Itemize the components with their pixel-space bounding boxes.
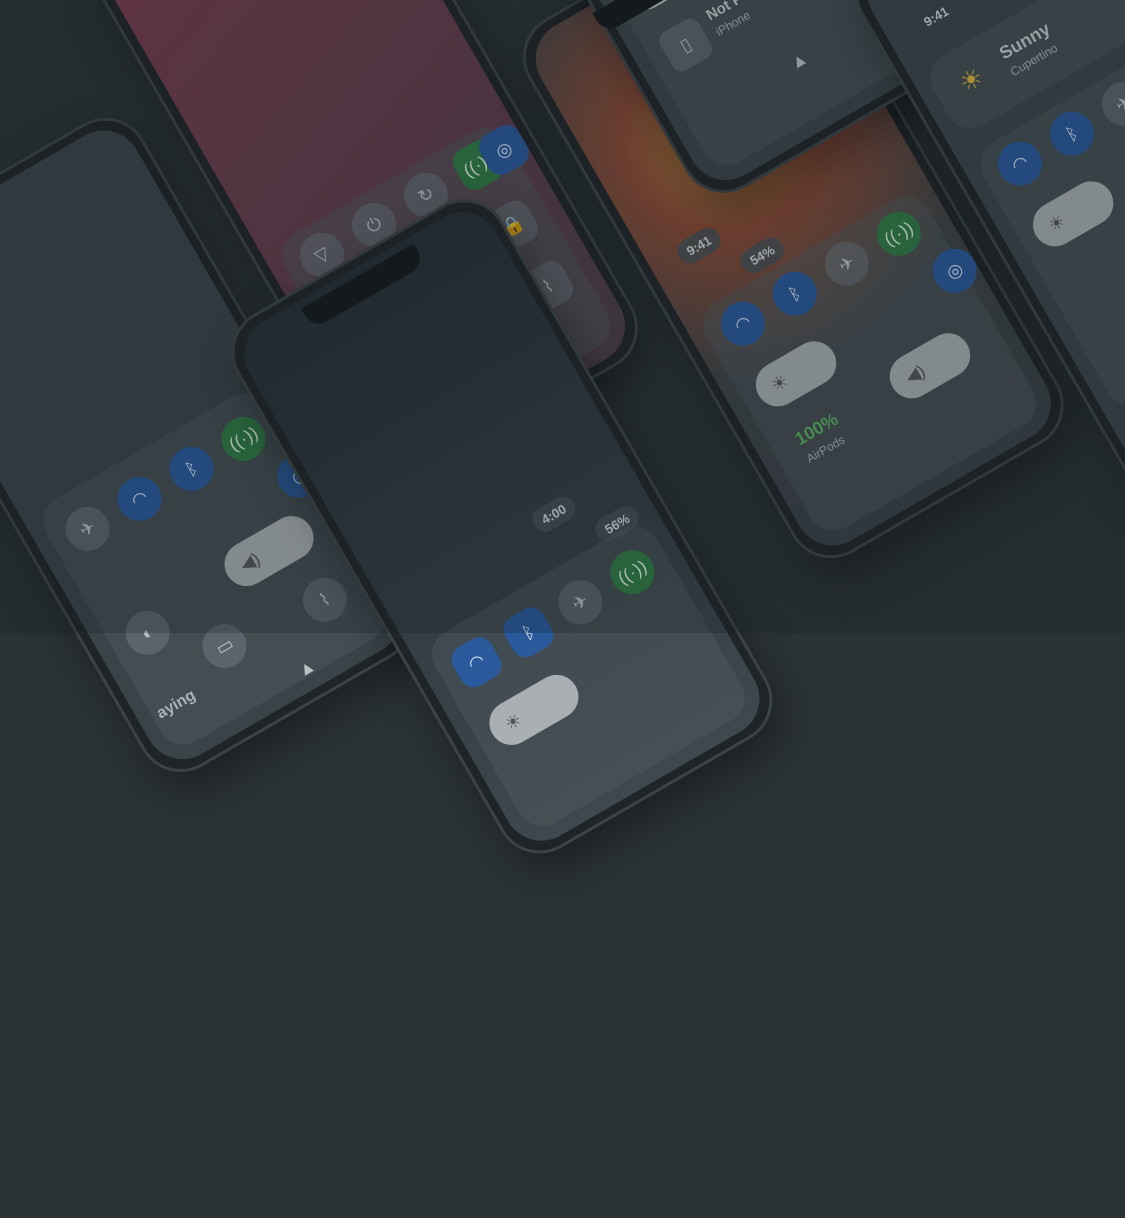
status-time: 4:00: [527, 491, 580, 537]
mockup-stage: ✈ ◠ ᛒ ((·)) ◎ ◀) ◐ ▭ ⌇ aying ▲ ▽ ⏻ ↻ ((·…: [0, 0, 1125, 1218]
status-time: 9:41: [921, 3, 952, 30]
status-time: 9:41: [672, 223, 726, 269]
